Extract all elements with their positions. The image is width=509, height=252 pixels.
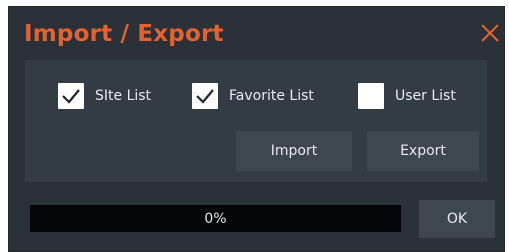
site-list-label: SIte List <box>95 88 152 104</box>
site-list-option[interactable]: SIte List <box>58 82 151 110</box>
import-button[interactable]: Import <box>236 131 352 171</box>
favorite-list-label: Favorite List <box>229 88 314 104</box>
user-list-label: User List <box>395 88 456 104</box>
dialog-title: Import / Export <box>24 21 224 47</box>
checkmark-icon <box>196 89 214 104</box>
ok-button[interactable]: OK <box>419 200 495 238</box>
user-list-checkbox[interactable] <box>358 83 384 109</box>
favorite-list-checkbox[interactable] <box>192 83 218 109</box>
close-icon <box>481 24 499 42</box>
site-list-checkbox[interactable] <box>58 83 84 109</box>
options-panel: SIte List Favorite List User List Import… <box>25 60 487 182</box>
import-export-dialog: Import / Export SIte List Favorite List <box>8 6 505 252</box>
checkmark-icon <box>62 89 80 104</box>
progress-text: 0% <box>204 210 227 227</box>
favorite-list-option[interactable]: Favorite List <box>192 82 314 110</box>
user-list-option[interactable]: User List <box>358 82 456 110</box>
export-button[interactable]: Export <box>367 131 479 171</box>
close-button[interactable] <box>478 21 502 45</box>
progress-bar: 0% <box>30 205 401 232</box>
